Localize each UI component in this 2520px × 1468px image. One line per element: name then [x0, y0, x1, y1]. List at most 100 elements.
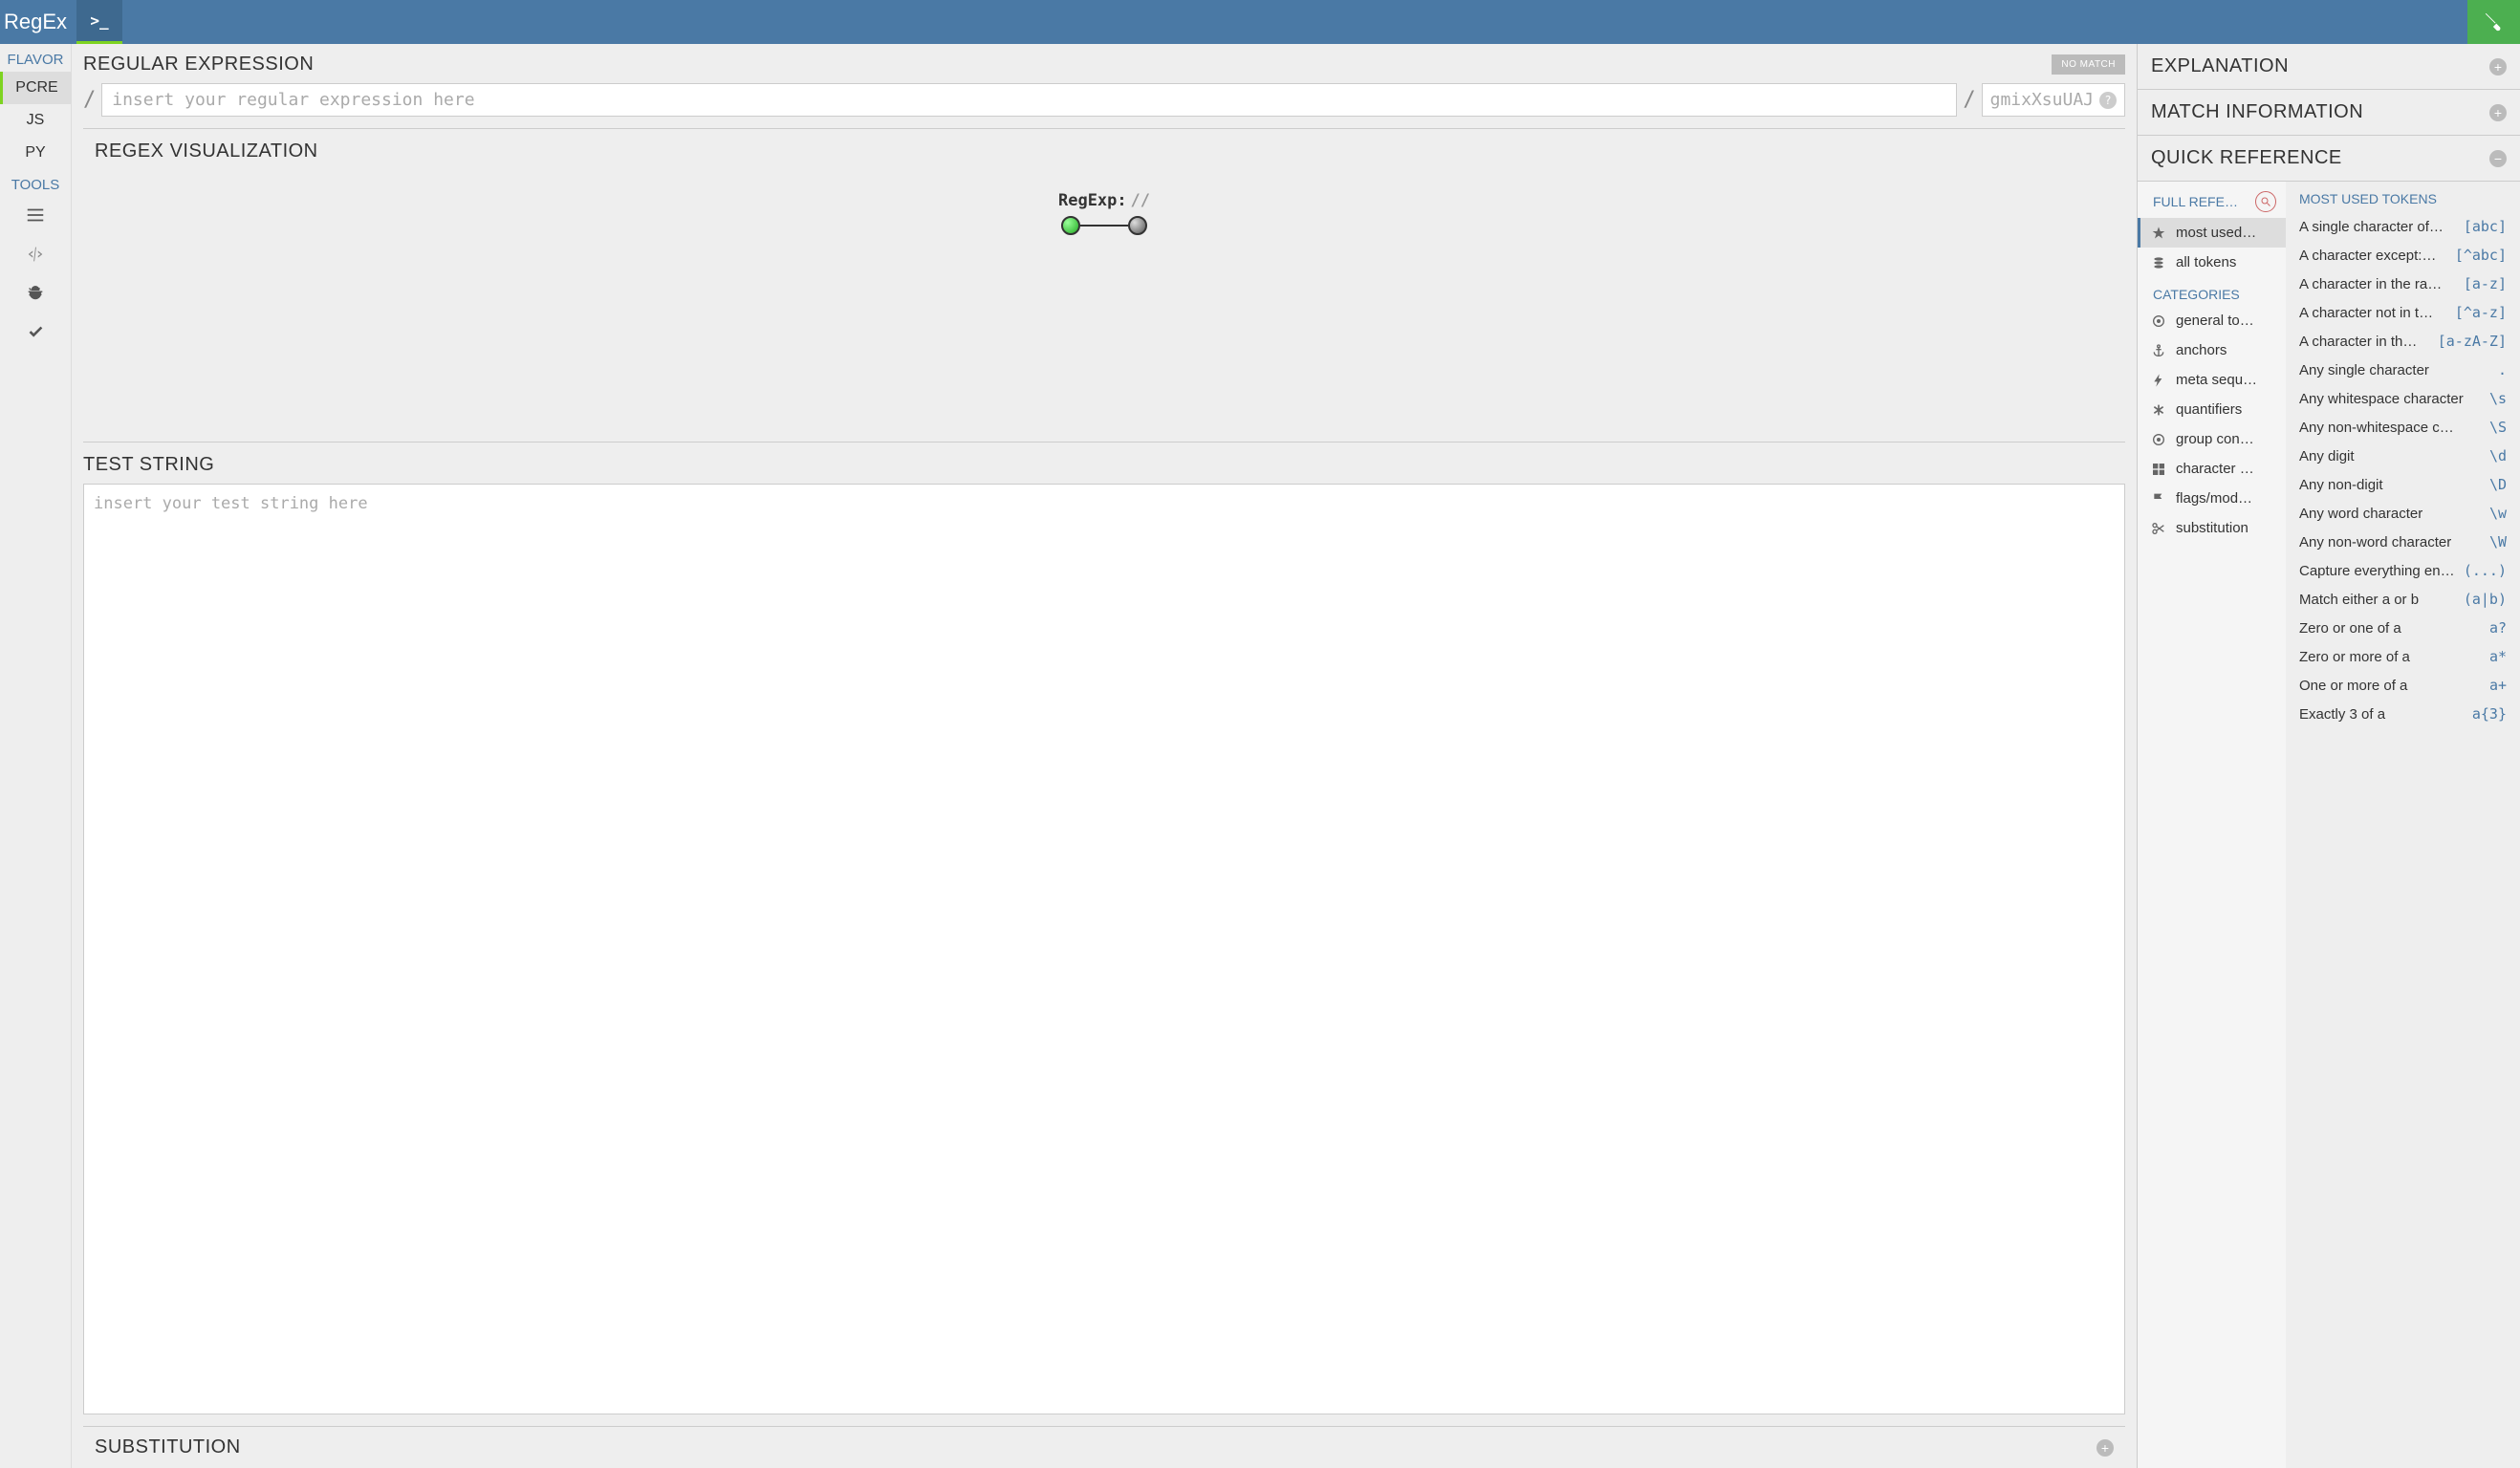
cat-substitution[interactable]: substitution — [2138, 513, 2286, 543]
tool-code-button[interactable] — [0, 236, 71, 275]
flavor-js[interactable]: JS — [0, 104, 71, 137]
test-title: TEST STRING — [83, 454, 2125, 476]
viz-label: RegExp: — [1058, 191, 1127, 210]
flavor-pcre[interactable]: PCRE — [0, 72, 71, 104]
token-desc: Any word character — [2299, 506, 2482, 522]
token-row[interactable]: Any digit\d — [2286, 442, 2516, 470]
main-panel: REGULAR EXPRESSION NO MATCH / / gmixXsuU… — [72, 44, 2138, 1468]
logo[interactable]: RegEx — [0, 0, 76, 44]
viz-canvas: RegExp: // — [95, 172, 2114, 430]
right-delimiter: / — [1963, 88, 1975, 112]
cat-quantifiers[interactable]: quantifiers — [2138, 395, 2286, 424]
token-desc: Any whitespace character — [2299, 391, 2482, 407]
match-info-title: MATCH INFORMATION — [2151, 101, 2363, 123]
cat-all-tokens[interactable]: all tokens — [2138, 248, 2286, 277]
left-delimiter: / — [83, 88, 96, 112]
cat-anchors[interactable]: anchors — [2138, 335, 2286, 365]
token-row[interactable]: A single character of…[abc] — [2286, 212, 2516, 241]
cat-general[interactable]: general to… — [2138, 306, 2286, 335]
wrench-icon — [2484, 11, 2505, 32]
cat-character[interactable]: character … — [2138, 454, 2286, 484]
tool-list-button[interactable] — [0, 197, 71, 236]
substitution-header[interactable]: SUBSTITUTION + — [83, 1426, 2125, 1468]
settings-button[interactable] — [2467, 0, 2520, 44]
flavor-py[interactable]: PY — [0, 137, 71, 169]
token-pattern: a{3} — [2472, 705, 2507, 723]
substitution-title: SUBSTITUTION — [95, 1436, 241, 1458]
cat-most-used[interactable]: most used… — [2138, 218, 2286, 248]
dot-icon — [2151, 313, 2166, 329]
token-desc: Match either a or b — [2299, 592, 2456, 608]
token-row[interactable]: Match either a or b(a|b) — [2286, 585, 2516, 614]
token-row[interactable]: Any non-whitespace c…\S — [2286, 413, 2516, 442]
regex-header: REGULAR EXPRESSION NO MATCH — [72, 44, 2137, 79]
token-row[interactable]: A character in the ra…[a-z] — [2286, 270, 2516, 298]
explanation-header[interactable]: EXPLANATION + — [2138, 44, 2520, 90]
collapse-quickref-icon[interactable]: − — [2489, 150, 2507, 167]
token-row[interactable]: Any non-digit\D — [2286, 470, 2516, 499]
search-icon — [2260, 196, 2271, 207]
token-desc: A character except:… — [2299, 248, 2447, 264]
tool-debug-button[interactable] — [0, 275, 71, 314]
top-bar: RegEx >_ — [0, 0, 2520, 44]
token-pattern: [^abc] — [2455, 247, 2507, 264]
viz-section: REGEX VISUALIZATION RegExp: // — [83, 129, 2125, 443]
token-pattern: . — [2498, 361, 2507, 378]
grid-icon — [2151, 462, 2166, 477]
flags-text: gmixXsuUAJ — [1990, 90, 2094, 110]
token-row[interactable]: Any single character. — [2286, 356, 2516, 384]
cat-meta[interactable]: meta sequ… — [2138, 365, 2286, 395]
search-button[interactable] — [2255, 191, 2276, 212]
cat-flags[interactable]: flags/mod… — [2138, 484, 2286, 513]
token-row[interactable]: Zero or more of aa* — [2286, 642, 2516, 671]
category-list: FULL REFE… most used… all tokens CATEGOR… — [2138, 182, 2286, 1468]
token-row[interactable]: Zero or one of aa? — [2286, 614, 2516, 642]
token-pattern: a+ — [2489, 677, 2507, 694]
token-pattern: \s — [2489, 390, 2507, 407]
token-row[interactable]: A character not in t… [^a-z] — [2286, 298, 2516, 327]
no-match-badge: NO MATCH — [2052, 54, 2125, 75]
anchor-icon — [2151, 343, 2166, 358]
token-pattern: \D — [2489, 476, 2507, 493]
cat-group[interactable]: group con… — [2138, 424, 2286, 454]
expand-icon[interactable]: + — [2096, 1439, 2114, 1457]
expand-explanation-icon[interactable]: + — [2489, 58, 2507, 76]
tool-validate-button[interactable] — [0, 314, 71, 354]
token-row[interactable]: Any non-word character\W — [2286, 528, 2516, 556]
token-pattern: \w — [2489, 505, 2507, 522]
token-row[interactable]: A character in th…[a-zA-Z] — [2286, 327, 2516, 356]
token-pattern: [^a-z] — [2455, 304, 2507, 321]
help-icon[interactable]: ? — [2099, 92, 2117, 109]
viz-pattern: // — [1131, 191, 1150, 210]
expand-match-icon[interactable]: + — [2489, 104, 2507, 121]
list-icon — [25, 205, 46, 226]
token-desc: Any digit — [2299, 448, 2482, 464]
start-node-icon — [1061, 216, 1080, 235]
token-pattern: [a-zA-Z] — [2438, 333, 2507, 350]
token-row[interactable]: A character except:… [^abc] — [2286, 241, 2516, 270]
quickref-content: FULL REFE… most used… all tokens CATEGOR… — [2138, 182, 2520, 1468]
token-pattern: \W — [2489, 533, 2507, 550]
regex-input[interactable] — [101, 83, 1957, 117]
token-row[interactable]: Capture everything en…(...) — [2286, 556, 2516, 585]
token-desc: One or more of a — [2299, 678, 2482, 694]
token-pattern: [a-z] — [2464, 275, 2507, 292]
cli-tab[interactable]: >_ — [76, 0, 122, 44]
token-desc: A character not in t… — [2299, 305, 2447, 321]
token-row[interactable]: Any word character \w — [2286, 499, 2516, 528]
logo-right: Ex — [42, 10, 67, 34]
token-row[interactable]: Exactly 3 of aa{3} — [2286, 700, 2516, 728]
tools-heading: TOOLS — [0, 169, 71, 197]
test-string-input[interactable] — [83, 484, 2125, 1414]
end-node-icon — [1128, 216, 1147, 235]
token-pattern: a* — [2489, 648, 2507, 665]
token-desc: Capture everything en… — [2299, 563, 2456, 579]
flags-input[interactable]: gmixXsuUAJ ? — [1982, 83, 2125, 117]
token-row[interactable]: Any whitespace character \s — [2286, 384, 2516, 413]
viz-graph — [1058, 216, 1150, 235]
star-icon — [2151, 226, 2166, 241]
token-row[interactable]: One or more of a a+ — [2286, 671, 2516, 700]
quickref-header[interactable]: QUICK REFERENCE − — [2138, 136, 2520, 182]
full-reference-label[interactable]: FULL REFE… — [2153, 194, 2238, 209]
match-info-header[interactable]: MATCH INFORMATION + — [2138, 90, 2520, 136]
